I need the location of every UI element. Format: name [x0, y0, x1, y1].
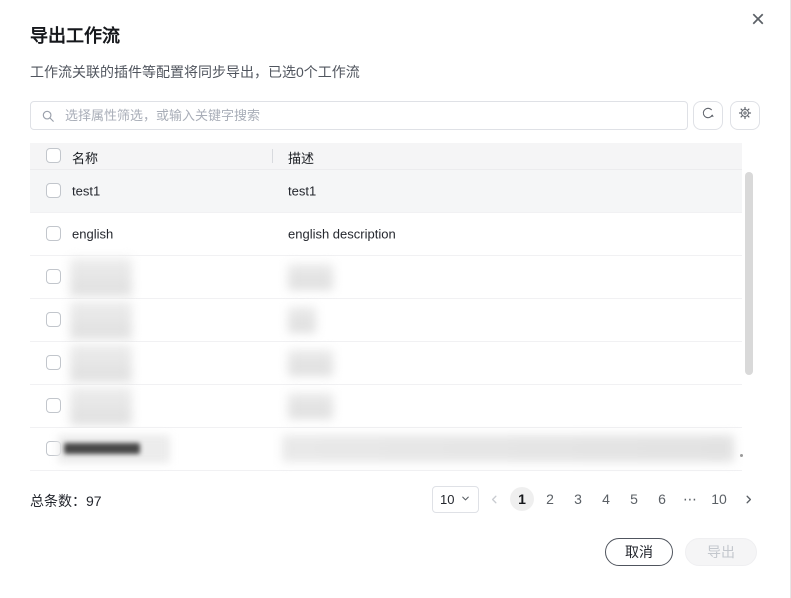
table-row[interactable] [30, 256, 742, 299]
export-button[interactable]: 导出 [685, 538, 757, 566]
redacted-desc [288, 264, 333, 290]
redacted-desc [288, 350, 333, 376]
export-workflow-dialog: × 导出工作流 工作流关联的插件等配置将同步导出，已选0个工作流 选择属性筛选，… [0, 0, 791, 598]
column-header-name: 名称 [72, 151, 99, 166]
row-desc: english description [288, 226, 396, 242]
table-row[interactable]: english english description [30, 213, 742, 256]
column-header-desc: 描述 [288, 151, 315, 166]
redacted-name [70, 301, 132, 339]
row-name: english [72, 226, 114, 242]
redacted-desc [288, 393, 333, 419]
page-button-4[interactable]: 4 [594, 487, 618, 511]
row-checkbox[interactable] [46, 398, 61, 413]
redacted-desc [282, 435, 734, 462]
table-row[interactable] [30, 342, 742, 385]
prev-page-button[interactable] [482, 487, 506, 511]
dialog-title: 导出工作流 [30, 26, 120, 46]
refresh-button[interactable] [693, 101, 723, 130]
page-button-2[interactable]: 2 [538, 487, 562, 511]
gear-icon [737, 105, 753, 126]
row-name: test1 [72, 183, 101, 199]
workflow-table: 名称 描述 test1 test1 english english descri… [30, 143, 743, 471]
chevron-down-icon [460, 492, 471, 507]
page-button-6[interactable]: 6 [650, 487, 674, 511]
redacted-name [70, 387, 132, 425]
search-icon [41, 109, 55, 123]
row-checkbox[interactable] [46, 312, 61, 327]
table-row[interactable] [30, 299, 742, 342]
page-button-1[interactable]: 1 [510, 487, 534, 511]
close-icon[interactable]: × [744, 6, 772, 34]
table-row[interactable] [30, 428, 743, 471]
total-count-label: 总条数： [30, 493, 86, 509]
table-row[interactable] [30, 385, 742, 428]
page-size-value: 10 [440, 492, 455, 507]
search-box[interactable] [30, 101, 688, 130]
table-scrollbar-thumb[interactable] [745, 172, 753, 375]
row-checkbox[interactable] [46, 355, 61, 370]
total-count: 总条数：97 [30, 491, 102, 511]
select-all-checkbox[interactable] [46, 148, 61, 163]
redacted-desc-period [740, 454, 743, 457]
redacted-name-text [64, 443, 140, 454]
cancel-button[interactable]: 取消 [605, 538, 673, 566]
dialog-subtitle: 工作流关联的插件等配置将同步导出，已选0个工作流 [30, 64, 360, 80]
pagination: 1 2 3 4 5 6 ⋯ 10 [482, 487, 760, 511]
table-header: 名称 描述 [30, 143, 742, 170]
pagination-ellipsis[interactable]: ⋯ [678, 487, 702, 511]
row-desc: test1 [288, 183, 317, 199]
total-count-value: 97 [86, 493, 102, 509]
search-input[interactable] [63, 107, 687, 124]
row-checkbox[interactable] [46, 226, 61, 241]
row-checkbox[interactable] [46, 269, 61, 284]
row-checkbox[interactable] [46, 183, 61, 198]
redacted-desc [288, 307, 316, 333]
settings-button[interactable] [730, 101, 760, 130]
chevron-left-icon [491, 495, 497, 503]
column-divider [272, 149, 273, 163]
redacted-name [70, 258, 132, 296]
refresh-icon [700, 105, 716, 126]
page-button-5[interactable]: 5 [622, 487, 646, 511]
page-size-select[interactable]: 10 [432, 486, 479, 513]
chevron-right-icon [745, 495, 751, 503]
table-row[interactable]: test1 test1 [30, 170, 742, 213]
page-button-10[interactable]: 10 [706, 487, 732, 511]
next-page-button[interactable] [736, 487, 760, 511]
redacted-name [70, 344, 132, 382]
page-button-3[interactable]: 3 [566, 487, 590, 511]
